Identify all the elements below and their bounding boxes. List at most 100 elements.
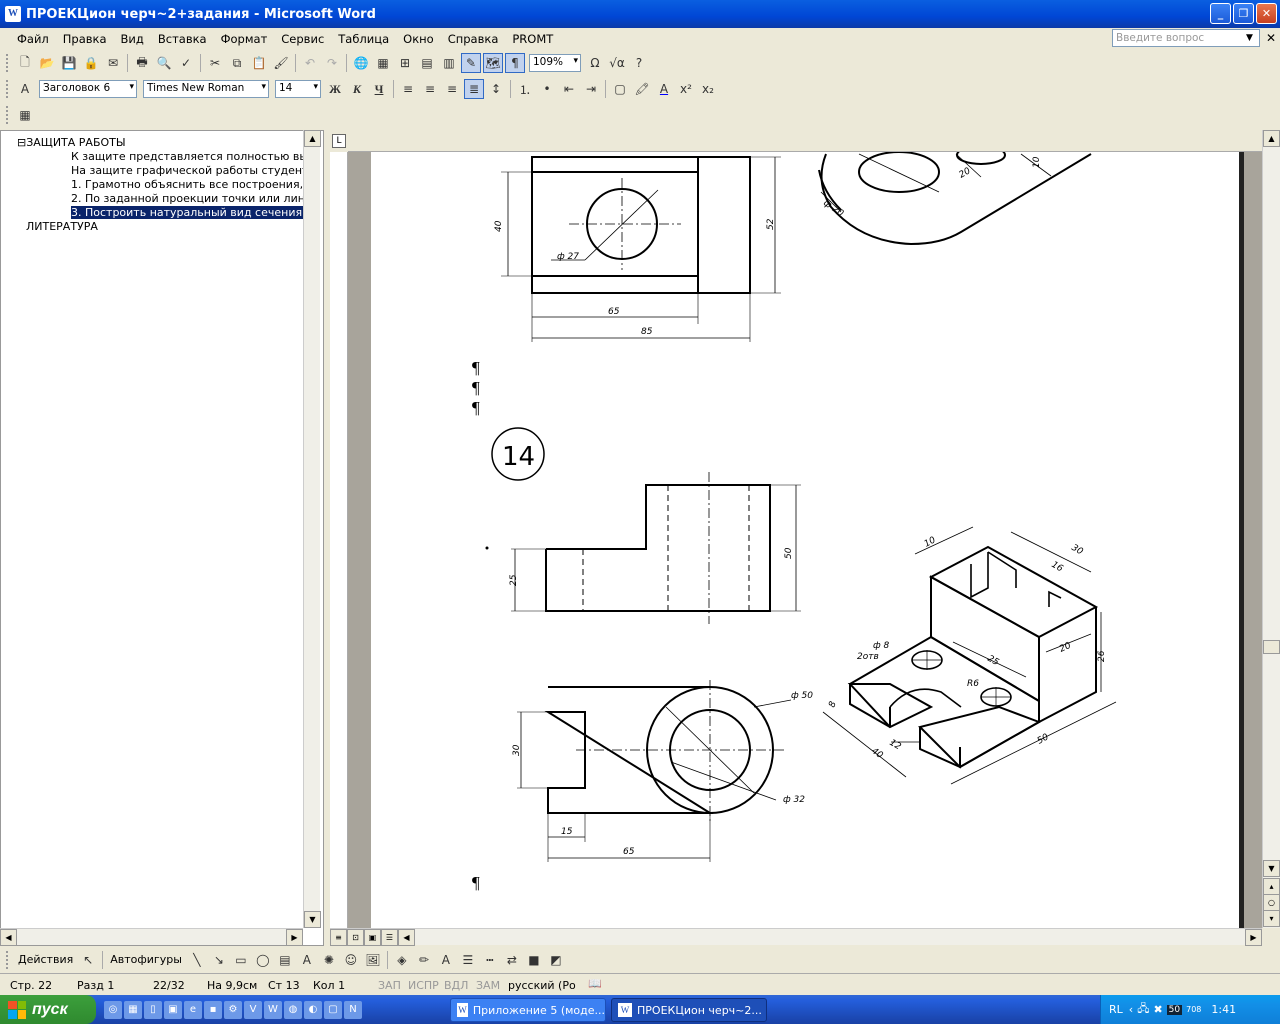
- quick-launch-icon[interactable]: ◐: [304, 1000, 322, 1019]
- document-map-vertical-scrollbar[interactable]: ▲ ▼: [303, 130, 321, 928]
- docmap-item-heading[interactable]: ⊟ЗАЩИТА РАБОТЫ: [17, 136, 249, 149]
- arrow-tool-icon[interactable]: ↘: [209, 950, 229, 970]
- menu-edit[interactable]: Правка: [56, 32, 114, 46]
- document-map-icon[interactable]: 🗺: [483, 53, 503, 73]
- line-tool-icon[interactable]: ╲: [187, 950, 207, 970]
- chevron-down-icon[interactable]: ▼: [1246, 33, 1253, 43]
- arrow-style-icon[interactable]: ⇄: [502, 950, 522, 970]
- restore-button[interactable]: ❐: [1233, 3, 1254, 24]
- taskbar-task[interactable]: W Приложение 5 (моде...: [450, 998, 606, 1022]
- scroll-down-icon[interactable]: ▼: [304, 911, 321, 928]
- scroll-down-icon[interactable]: ▼: [1263, 860, 1280, 877]
- font-size-select[interactable]: 14: [275, 80, 321, 98]
- superscript-icon[interactable]: x²: [676, 79, 696, 99]
- language-indicator[interactable]: RL: [1109, 1003, 1123, 1016]
- clock[interactable]: 1:41: [1211, 1003, 1236, 1016]
- quick-launch-icon[interactable]: ▢: [324, 1000, 342, 1019]
- bullets-icon[interactable]: •: [537, 79, 557, 99]
- rectangle-tool-icon[interactable]: ▭: [231, 950, 251, 970]
- decrease-indent-icon[interactable]: ⇤: [559, 79, 579, 99]
- menu-tools[interactable]: Сервис: [274, 32, 331, 46]
- open-folder-icon[interactable]: 📂: [37, 53, 57, 73]
- drawing-icon[interactable]: ✎: [461, 53, 481, 73]
- browse-object-icon[interactable]: ○: [1263, 894, 1280, 911]
- scroll-up-icon[interactable]: ▲: [304, 130, 321, 147]
- menu-promt[interactable]: PROMT: [505, 32, 560, 46]
- increase-indent-icon[interactable]: ⇥: [581, 79, 601, 99]
- close-document-icon[interactable]: ✕: [1266, 31, 1276, 45]
- columns-icon[interactable]: ▥: [439, 53, 459, 73]
- start-button[interactable]: пуск: [0, 995, 96, 1024]
- quick-launch-icon[interactable]: V: [244, 1000, 262, 1019]
- tab-stop-icon[interactable]: L: [332, 134, 346, 148]
- oval-tool-icon[interactable]: ◯: [253, 950, 273, 970]
- cut-icon[interactable]: ✂: [205, 53, 225, 73]
- status-record-macro[interactable]: ЗАП: [378, 979, 401, 992]
- tray-counter[interactable]: 708: [1186, 1005, 1201, 1014]
- font-color-icon[interactable]: A: [436, 950, 456, 970]
- docmap-item[interactable]: 2. По заданной проекции точки или лини: [71, 192, 303, 205]
- network-icon[interactable]: 🖧: [1137, 1000, 1149, 1019]
- italic-button[interactable]: К: [347, 79, 367, 99]
- status-track-changes[interactable]: ИСПР: [408, 979, 439, 992]
- quick-launch-icon[interactable]: ⚙: [224, 1000, 242, 1019]
- permission-icon[interactable]: 🔒: [81, 53, 101, 73]
- tray-expand-icon[interactable]: ‹: [1129, 1003, 1133, 1016]
- underline-button[interactable]: Ч: [369, 79, 389, 99]
- quick-launch-icon[interactable]: ▣: [164, 1000, 182, 1019]
- tab-selector[interactable]: L: [330, 130, 348, 152]
- scroll-left-icon[interactable]: ◀: [0, 929, 17, 946]
- docmap-item[interactable]: 1. Грамотно объяснить все построения, в: [71, 178, 303, 191]
- internet-explorer-icon[interactable]: e: [184, 1000, 202, 1019]
- font-color-icon[interactable]: A: [654, 79, 674, 99]
- outline-view-icon[interactable]: ☰: [381, 929, 398, 946]
- fill-color-icon[interactable]: ◈: [392, 950, 412, 970]
- quick-launch-icon[interactable]: N: [344, 1000, 362, 1019]
- bold-button[interactable]: Ж: [325, 79, 345, 99]
- scroll-thumb[interactable]: [1263, 640, 1280, 654]
- font-select[interactable]: Times New Roman: [143, 80, 269, 98]
- quick-launch-icon[interactable]: ◎: [104, 1000, 122, 1019]
- wordart-icon[interactable]: A: [297, 950, 317, 970]
- align-center-icon[interactable]: ≡: [420, 79, 440, 99]
- web-layout-icon[interactable]: ⊡: [347, 929, 364, 946]
- status-overtype[interactable]: ЗАМ: [476, 979, 500, 992]
- print-icon[interactable]: 🖶: [132, 53, 152, 73]
- toolbar-grip[interactable]: [6, 106, 9, 124]
- menu-window[interactable]: Окно: [396, 32, 441, 46]
- next-page-icon[interactable]: ▾: [1263, 910, 1280, 927]
- equation-icon[interactable]: √α: [607, 53, 627, 73]
- toolbar-grip[interactable]: [6, 950, 9, 969]
- document-map-horizontal-scrollbar[interactable]: ◀ ▶: [0, 928, 303, 946]
- zoom-select[interactable]: 109%: [529, 54, 581, 72]
- styles-pane-icon[interactable]: A: [15, 79, 35, 99]
- quick-launch-icon[interactable]: ▯: [144, 1000, 162, 1019]
- docmap-item[interactable]: На защите графической работы студент д: [71, 164, 303, 177]
- menu-format[interactable]: Формат: [214, 32, 275, 46]
- previous-page-icon[interactable]: ▴: [1263, 878, 1280, 895]
- tables-borders-icon[interactable]: ▦: [373, 53, 393, 73]
- menu-help[interactable]: Справка: [441, 32, 506, 46]
- docmap-item[interactable]: К защите представляется полностью вып: [71, 150, 303, 163]
- quick-launch-icon[interactable]: ▦: [124, 1000, 142, 1019]
- minimize-button[interactable]: _: [1210, 3, 1231, 24]
- menu-file[interactable]: Файл: [10, 32, 56, 46]
- antivirus-icon[interactable]: ✖: [1153, 1003, 1162, 1016]
- dash-style-icon[interactable]: ┅: [480, 950, 500, 970]
- select-objects-icon[interactable]: ↖: [78, 950, 98, 970]
- quick-launch-icon[interactable]: ▪: [204, 1000, 222, 1019]
- paste-icon[interactable]: 📋: [249, 53, 269, 73]
- spelling-icon[interactable]: ✓: [176, 53, 196, 73]
- document-page[interactable]: 40 52 65 85 ф 27 ф 20 20 10 14 25 50 30 …: [371, 152, 1239, 928]
- tray-badge[interactable]: 50: [1166, 1004, 1183, 1015]
- diagram-icon[interactable]: ✺: [319, 950, 339, 970]
- line-color-icon[interactable]: ✏: [414, 950, 434, 970]
- text-box-icon[interactable]: ▤: [275, 950, 295, 970]
- menu-table[interactable]: Таблица: [331, 32, 396, 46]
- subscript-icon[interactable]: x₂: [698, 79, 718, 99]
- omega-symbol-icon[interactable]: Ω: [585, 53, 605, 73]
- toolbar-grip[interactable]: [6, 54, 9, 72]
- status-extend[interactable]: ВДЛ: [444, 979, 468, 992]
- scroll-right-icon[interactable]: ▶: [286, 929, 303, 946]
- help-question-input[interactable]: Введите вопрос: [1112, 29, 1260, 47]
